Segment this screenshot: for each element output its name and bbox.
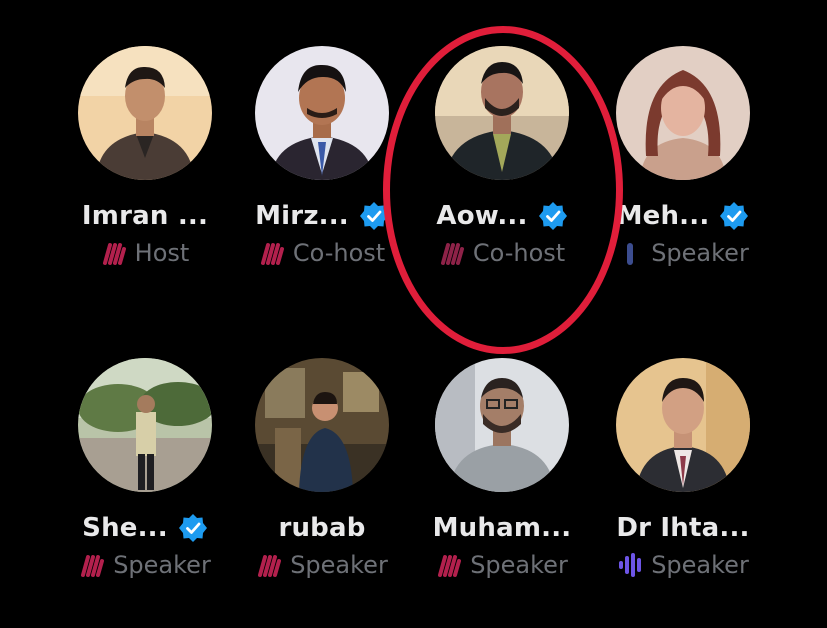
- participant-name: Mirz...: [255, 201, 349, 231]
- participant-card-2[interactable]: Mirz... Co-host: [222, 46, 422, 270]
- avatar[interactable]: [435, 358, 569, 492]
- speaking-pink-icon: [260, 243, 284, 265]
- participant-card-8[interactable]: Dr Ihta... Speaker: [583, 358, 783, 582]
- speaking-pink-icon: [102, 243, 126, 265]
- participant-name: Aow...: [436, 201, 528, 231]
- participant-role: Host: [134, 239, 190, 267]
- participant-card-4[interactable]: Meh... Speaker: [583, 46, 783, 270]
- participant-card-1[interactable]: Imran ... Host: [45, 46, 245, 270]
- participant-card-5[interactable]: She... Speaker: [45, 358, 245, 582]
- avatar[interactable]: [255, 46, 389, 180]
- participant-name: Imran ...: [81, 201, 209, 231]
- verified-badge-icon: [720, 202, 749, 230]
- participant-role: Speaker: [470, 551, 568, 579]
- avatar[interactable]: [435, 46, 569, 180]
- avatar[interactable]: [78, 46, 212, 180]
- speaking-blue-icon: [627, 243, 634, 265]
- participants-grid: Imran ... Host Mirz... Co-host Aow... Co…: [0, 0, 827, 628]
- participant-role: Speaker: [290, 551, 388, 579]
- speaking-pink-icon: [440, 243, 464, 265]
- participant-role: Speaker: [651, 239, 749, 267]
- speaking-pink-icon: [81, 555, 105, 577]
- speaking-pink-icon: [438, 555, 462, 577]
- verified-badge-icon: [538, 202, 567, 230]
- participant-card-6[interactable]: rubab Speaker: [222, 358, 422, 582]
- participant-name: rubab: [278, 513, 366, 543]
- verified-badge-icon: [359, 202, 388, 230]
- participant-role: Co-host: [292, 239, 386, 267]
- participant-role: Speaker: [651, 551, 749, 579]
- participant-role: Speaker: [113, 551, 211, 579]
- avatar[interactable]: [616, 46, 750, 180]
- speaking-pink-icon: [258, 555, 282, 577]
- participant-role: Co-host: [472, 239, 566, 267]
- verified-badge-icon: [178, 514, 207, 542]
- avatar[interactable]: [616, 358, 750, 492]
- participant-card-7[interactable]: Muham... Speaker: [402, 358, 602, 582]
- avatar[interactable]: [78, 358, 212, 492]
- participant-name: She...: [82, 513, 168, 543]
- avatar[interactable]: [255, 358, 389, 492]
- participant-name: Muham...: [432, 513, 572, 543]
- participant-card-3[interactable]: Aow... Co-host: [402, 46, 602, 270]
- speaking-purple-icon: [619, 553, 642, 577]
- participant-name: Meh...: [616, 201, 710, 231]
- participant-name: Dr Ihta...: [616, 513, 750, 543]
